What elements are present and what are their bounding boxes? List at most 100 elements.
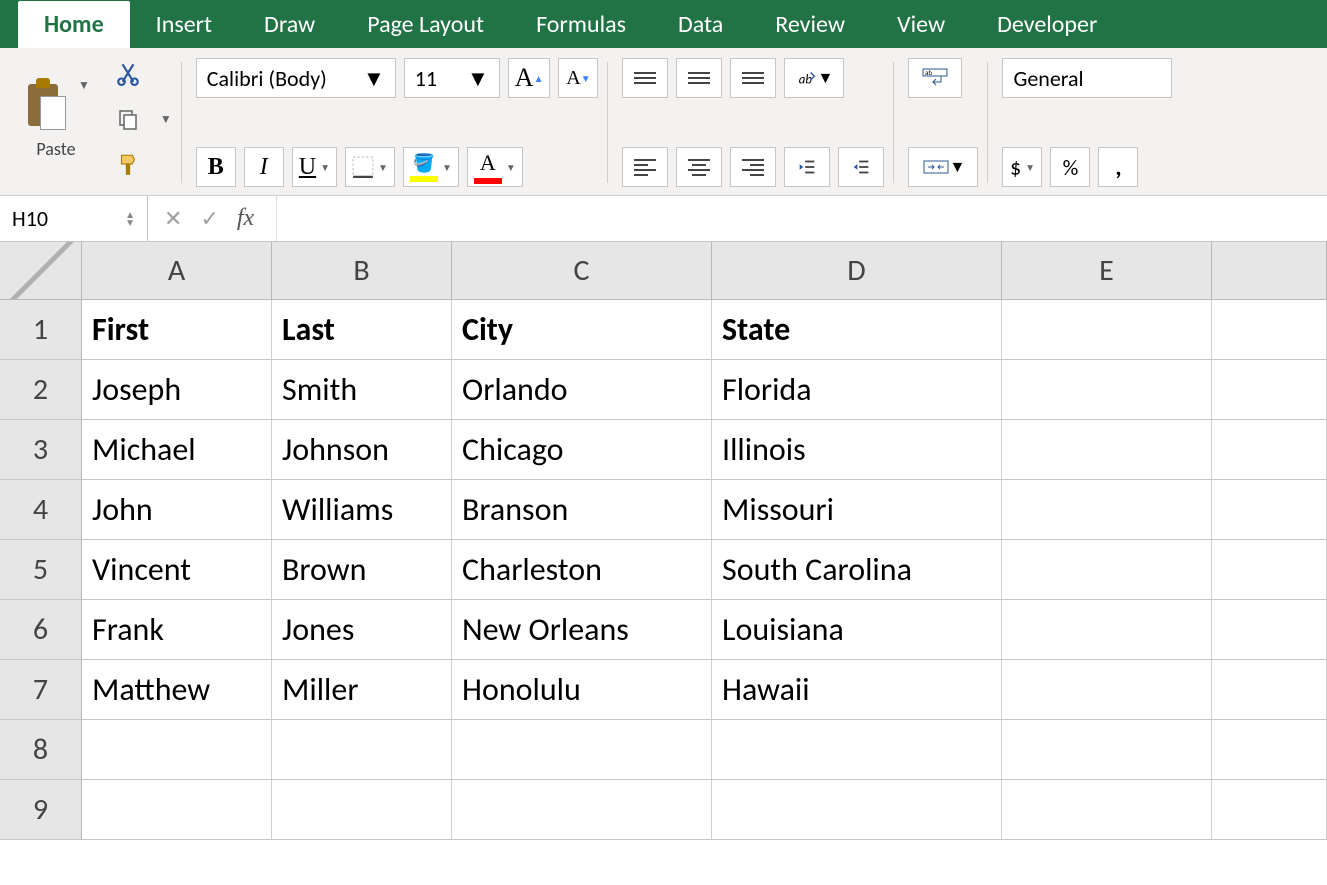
cell-E8[interactable]	[1002, 720, 1212, 779]
comma-button[interactable]: ,	[1098, 147, 1138, 187]
align-middle-button[interactable]	[676, 58, 722, 98]
confirm-formula-icon[interactable]: ✓	[200, 205, 218, 232]
align-center-button[interactable]	[676, 147, 722, 187]
col-header-D[interactable]: D	[712, 242, 1002, 299]
tab-view[interactable]: View	[871, 1, 971, 48]
cell-A5[interactable]: Vincent	[82, 540, 272, 599]
cell-A9[interactable]	[82, 780, 272, 839]
cell-B2[interactable]: Smith	[272, 360, 452, 419]
col-header-E[interactable]: E	[1002, 242, 1212, 299]
cell-D6[interactable]: Louisiana	[712, 600, 1002, 659]
col-header-C[interactable]: C	[452, 242, 712, 299]
tab-draw[interactable]: Draw	[238, 1, 341, 48]
row-header-3[interactable]: 3	[0, 420, 82, 479]
cell-C1[interactable]: City	[452, 300, 712, 359]
cell-F4[interactable]	[1212, 480, 1327, 539]
number-format-selector[interactable]: General	[1002, 58, 1172, 98]
fill-color-button[interactable]: 🪣▼	[403, 147, 459, 187]
cell-F9[interactable]	[1212, 780, 1327, 839]
copy-dropdown[interactable]: ▼	[160, 112, 172, 127]
col-header-A[interactable]: A	[82, 242, 272, 299]
row-header-6[interactable]: 6	[0, 600, 82, 659]
cut-button[interactable]	[106, 56, 150, 90]
row-header-5[interactable]: 5	[0, 540, 82, 599]
cell-D1[interactable]: State	[712, 300, 1002, 359]
cell-F5[interactable]	[1212, 540, 1327, 599]
format-painter-button[interactable]	[106, 148, 150, 182]
paste-icon[interactable]	[22, 78, 72, 132]
cell-E2[interactable]	[1002, 360, 1212, 419]
cell-D7[interactable]: Hawaii	[712, 660, 1002, 719]
tab-review[interactable]: Review	[749, 1, 871, 48]
tab-developer[interactable]: Developer	[971, 1, 1123, 48]
cell-F7[interactable]	[1212, 660, 1327, 719]
row-header-2[interactable]: 2	[0, 360, 82, 419]
row-header-9[interactable]: 9	[0, 780, 82, 839]
cell-B3[interactable]: Johnson	[272, 420, 452, 479]
percent-button[interactable]: %	[1050, 147, 1090, 187]
name-box[interactable]: H10 ▲▼	[0, 196, 148, 241]
align-bottom-button[interactable]	[730, 58, 776, 98]
cell-A6[interactable]: Frank	[82, 600, 272, 659]
fx-icon[interactable]: fx	[237, 205, 254, 232]
cell-B9[interactable]	[272, 780, 452, 839]
paste-dropdown[interactable]: ▼	[78, 78, 90, 93]
font-color-button[interactable]: A▼	[467, 147, 523, 187]
align-left-button[interactable]	[622, 147, 668, 187]
cell-D3[interactable]: Illinois	[712, 420, 1002, 479]
copy-button[interactable]	[106, 102, 150, 136]
decrease-indent-button[interactable]	[784, 147, 830, 187]
borders-button[interactable]: ▼	[345, 147, 395, 187]
cell-C9[interactable]	[452, 780, 712, 839]
row-header-1[interactable]: 1	[0, 300, 82, 359]
increase-font-button[interactable]: A▲	[508, 58, 551, 98]
orientation-button[interactable]: ab▼	[784, 58, 844, 98]
row-header-8[interactable]: 8	[0, 720, 82, 779]
cell-E3[interactable]	[1002, 420, 1212, 479]
cell-A4[interactable]: John	[82, 480, 272, 539]
tab-insert[interactable]: Insert	[130, 1, 238, 48]
cell-F6[interactable]	[1212, 600, 1327, 659]
cancel-formula-icon[interactable]: ✕	[164, 205, 182, 232]
tab-home[interactable]: Home	[18, 1, 130, 48]
cell-C5[interactable]: Charleston	[452, 540, 712, 599]
cell-B5[interactable]: Brown	[272, 540, 452, 599]
italic-button[interactable]: I	[244, 147, 284, 187]
cell-C2[interactable]: Orlando	[452, 360, 712, 419]
cell-C6[interactable]: New Orleans	[452, 600, 712, 659]
wrap-text-button[interactable]: ab	[908, 58, 962, 98]
cell-E1[interactable]	[1002, 300, 1212, 359]
cell-C3[interactable]: Chicago	[452, 420, 712, 479]
increase-indent-button[interactable]	[838, 147, 884, 187]
bold-button[interactable]: B	[196, 147, 236, 187]
cell-E5[interactable]	[1002, 540, 1212, 599]
cell-C7[interactable]: Honolulu	[452, 660, 712, 719]
cell-D8[interactable]	[712, 720, 1002, 779]
cell-B6[interactable]: Jones	[272, 600, 452, 659]
col-header-extra[interactable]	[1212, 242, 1327, 299]
cell-A7[interactable]: Matthew	[82, 660, 272, 719]
cell-E9[interactable]	[1002, 780, 1212, 839]
cell-D4[interactable]: Missouri	[712, 480, 1002, 539]
cell-E4[interactable]	[1002, 480, 1212, 539]
cell-F2[interactable]	[1212, 360, 1327, 419]
font-name-selector[interactable]: Calibri (Body)▼	[196, 58, 396, 98]
cell-E7[interactable]	[1002, 660, 1212, 719]
cell-F8[interactable]	[1212, 720, 1327, 779]
cell-D5[interactable]: South Carolina	[712, 540, 1002, 599]
underline-button[interactable]: U▼	[292, 147, 337, 187]
align-top-button[interactable]	[622, 58, 668, 98]
cell-C4[interactable]: Branson	[452, 480, 712, 539]
select-all-corner[interactable]	[0, 242, 82, 299]
cell-F3[interactable]	[1212, 420, 1327, 479]
merge-center-button[interactable]: ▼	[908, 147, 978, 187]
cell-D2[interactable]: Florida	[712, 360, 1002, 419]
namebox-down-icon[interactable]: ▼	[125, 219, 135, 227]
cell-A2[interactable]: Joseph	[82, 360, 272, 419]
align-right-button[interactable]	[730, 147, 776, 187]
cell-E6[interactable]	[1002, 600, 1212, 659]
cell-F1[interactable]	[1212, 300, 1327, 359]
col-header-B[interactable]: B	[272, 242, 452, 299]
cell-B8[interactable]	[272, 720, 452, 779]
tab-formulas[interactable]: Formulas	[510, 1, 652, 48]
